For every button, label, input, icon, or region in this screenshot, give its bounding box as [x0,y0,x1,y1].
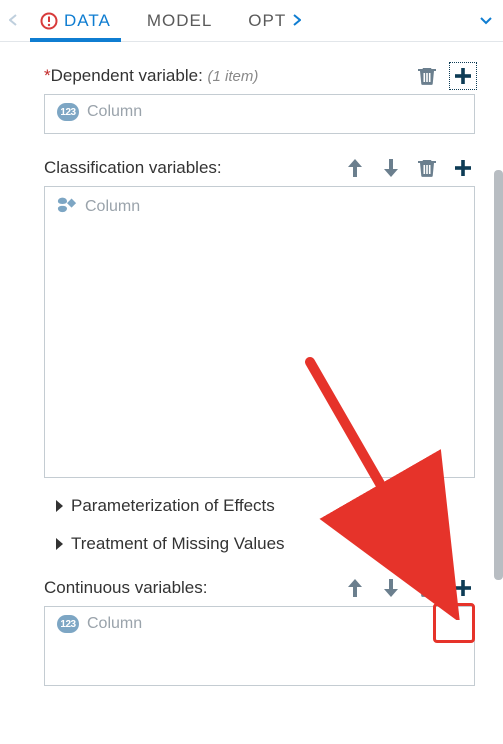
placeholder: Column [57,195,140,218]
placeholder: 123 Column [57,103,142,121]
continuous-head: Continuous variables: [44,576,475,600]
plus-icon [454,159,472,177]
add-button[interactable] [451,156,475,180]
plus-icon [454,579,472,597]
numeric-type-icon: 123 [57,103,79,121]
disclosure-label: Parameterization of Effects [71,496,275,516]
tab-label: MODEL [147,11,212,31]
continuous-column-box[interactable]: 123 Column [44,606,475,686]
tab-model[interactable]: MODEL [129,0,230,41]
dependent-label: *Dependent variable: (1 item) [44,66,258,86]
add-button[interactable] [451,576,475,600]
classification-head: Classification variables: [44,156,475,180]
dependent-head: *Dependent variable: (1 item) [44,64,475,88]
trash-icon [418,578,436,598]
data-panel: *Dependent variable: (1 item) 123 Column… [0,42,503,696]
trash-icon [418,158,436,178]
missing-values-disclosure[interactable]: Treatment of Missing Values [44,534,475,554]
tab-options[interactable]: OPT [230,0,288,41]
delete-button[interactable] [415,64,439,88]
trash-icon [418,66,436,86]
character-type-icon [57,195,77,218]
move-down-button[interactable] [379,576,403,600]
tab-bar: DATA MODEL OPT [0,0,503,42]
numeric-type-icon: 123 [57,615,79,633]
classification-column-box[interactable]: Column [44,186,475,478]
plus-icon [454,67,472,85]
parameterization-disclosure[interactable]: Parameterization of Effects [44,496,475,516]
dependent-count: (1 item) [208,68,259,85]
scrollbar[interactable] [494,170,503,580]
continuous-label: Continuous variables: [44,578,207,598]
tabs-scroll-right[interactable] [288,13,306,29]
move-up-button[interactable] [343,576,367,600]
arrow-up-icon [347,159,363,177]
move-up-button[interactable] [343,156,367,180]
arrow-up-icon [347,579,363,597]
placeholder: 123 Column [57,615,142,633]
task-pane: DATA MODEL OPT *Dependent variable: (1 i… [0,0,503,744]
error-icon [40,12,58,30]
move-down-button[interactable] [379,156,403,180]
dependent-column-box[interactable]: 123 Column [44,94,475,134]
delete-button[interactable] [415,156,439,180]
classification-label: Classification variables: [44,158,222,178]
caret-right-icon [56,538,63,550]
arrow-down-icon [383,159,399,177]
tab-label: OPT [248,11,286,31]
add-button[interactable] [451,64,475,88]
disclosure-label: Treatment of Missing Values [71,534,285,554]
tab-data[interactable]: DATA [22,0,129,41]
pane-menu[interactable] [473,14,499,28]
delete-button[interactable] [415,576,439,600]
tab-label: DATA [64,11,111,31]
caret-right-icon [56,500,63,512]
arrow-down-icon [383,579,399,597]
required-indicator: * [44,66,51,85]
tabs-scroll-left[interactable] [4,13,22,29]
